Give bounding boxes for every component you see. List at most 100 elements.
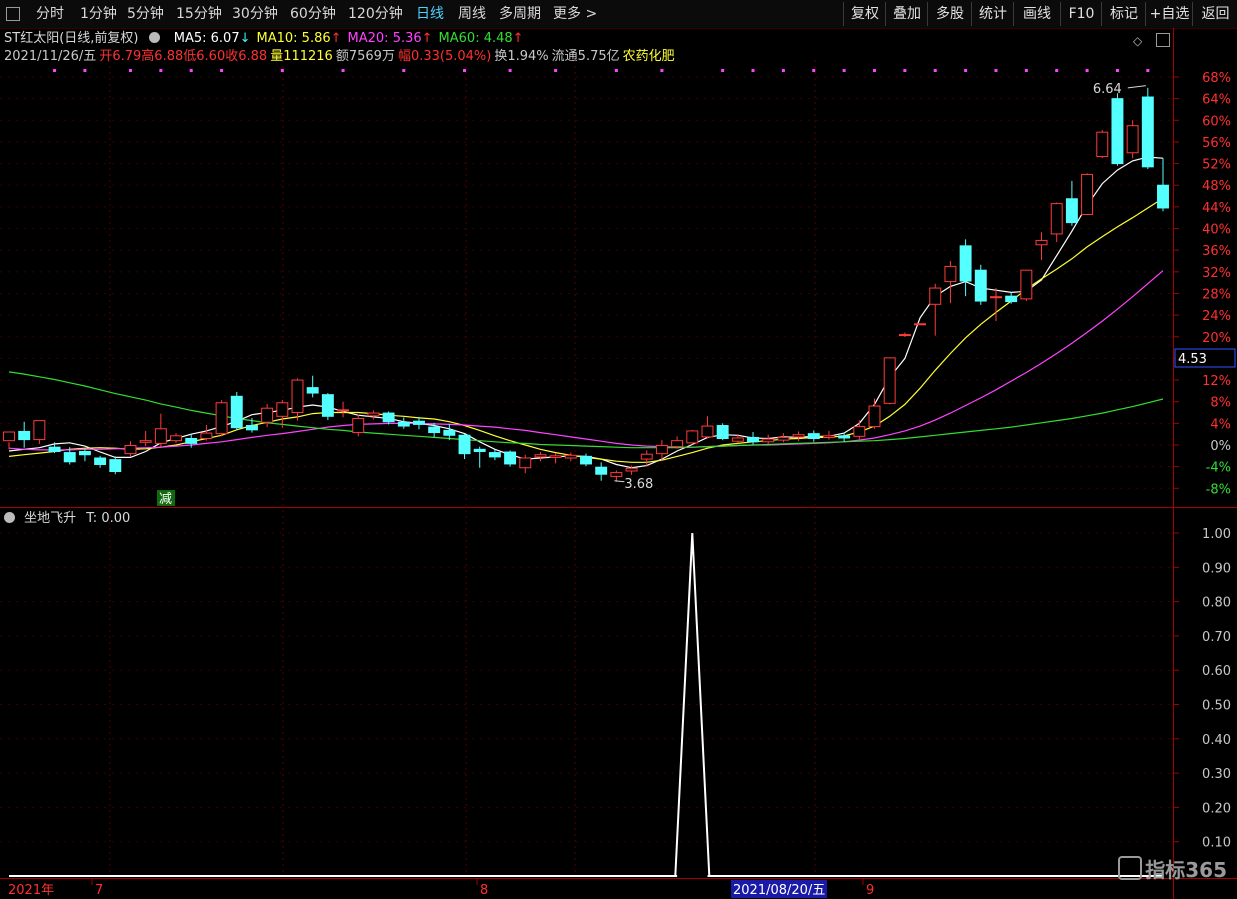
- ind-tick-label-0: 1.00: [1202, 527, 1231, 542]
- candle-body-74: [1126, 125, 1139, 154]
- y-tick-label-19: -8%: [1206, 482, 1231, 497]
- marker-dot-22: [964, 69, 968, 72]
- marker-dot-11: [554, 69, 558, 72]
- candle-body-69: [1050, 203, 1063, 235]
- marker-dot-9: [463, 69, 467, 72]
- candle-body-66: [1005, 295, 1018, 303]
- candle-body-58: [883, 357, 896, 404]
- candle-body-1: [18, 430, 31, 441]
- ind-tick-label-9: 0.10: [1202, 836, 1231, 851]
- y-tick-label-7: 40%: [1202, 223, 1231, 238]
- candle-body-52: [792, 434, 805, 438]
- candle-body-5: [78, 450, 91, 456]
- candle-body-36: [549, 455, 562, 458]
- y-tick-label-18: -4%: [1206, 461, 1231, 476]
- candle-body-17: [261, 407, 274, 423]
- marker-dot-15: [751, 69, 755, 72]
- candle-body-20: [306, 387, 319, 394]
- candle-body-10: [154, 428, 167, 444]
- candle-body-16: [245, 425, 258, 431]
- x-axis-label-2: 8: [480, 883, 488, 898]
- y-tick-label-11: 24%: [1202, 309, 1231, 324]
- candle-body-33: [504, 451, 517, 465]
- candle-body-29: [443, 429, 456, 436]
- candle-body-14: [215, 402, 228, 435]
- candle-body-26: [397, 421, 410, 427]
- ind-tick-label-7: 0.30: [1202, 767, 1231, 782]
- ind-tick-label-1: 0.90: [1202, 561, 1231, 576]
- current-price-label: 4.53: [1178, 352, 1207, 367]
- candle-body-4: [63, 452, 76, 463]
- candle-body-45: [686, 430, 699, 444]
- marker-dot-19: [873, 69, 876, 72]
- watermark-logo-icon: [1118, 856, 1143, 880]
- candle-body-60: [914, 323, 927, 326]
- candle-body-25: [382, 412, 395, 423]
- marker-dot-2: [128, 69, 132, 72]
- y-tick-label-17: 0%: [1210, 439, 1231, 454]
- marker-dot-17: [812, 69, 816, 72]
- y-tick-label-3: 56%: [1202, 136, 1231, 151]
- candle-body-53: [807, 433, 820, 440]
- marker-dot-21: [933, 69, 937, 72]
- marker-dot-16: [781, 69, 785, 72]
- ind-tick-label-4: 0.60: [1202, 664, 1231, 679]
- marker-dot-28: [1146, 69, 1150, 72]
- candle-body-8: [124, 445, 137, 455]
- candle-body-46: [701, 425, 714, 438]
- chart-canvas[interactable]: 68% 64% 60% 56% 52% 48% 44% 40% 36% 32% 28% 24% 20% 1…: [0, 0, 1237, 899]
- candle-body-2: [33, 420, 46, 441]
- candle-body-34: [519, 457, 532, 469]
- y-tick-label-9: 32%: [1202, 266, 1231, 281]
- candle-body-31: [473, 448, 486, 452]
- candle-body-7: [109, 459, 122, 473]
- marker-dot-13: [660, 69, 664, 72]
- candle-body-64: [974, 269, 987, 302]
- marker-dot-1: [83, 69, 87, 72]
- y-tick-label-16: 4%: [1210, 417, 1231, 432]
- candle-body-42: [640, 453, 653, 460]
- ind-tick-label-3: 0.70: [1202, 630, 1231, 645]
- candle-body-28: [428, 426, 441, 434]
- ind-tick-label-2: 0.80: [1202, 596, 1231, 611]
- marker-dot-27: [1115, 69, 1119, 72]
- y-tick-label-15: 8%: [1210, 396, 1231, 411]
- candle-body-37: [564, 454, 577, 459]
- ind-tick-label-6: 0.40: [1202, 733, 1231, 748]
- ind-tick-label-5: 0.50: [1202, 699, 1231, 714]
- candle-body-23: [352, 417, 365, 434]
- candle-body-21: [321, 394, 334, 417]
- candle-body-70: [1065, 198, 1078, 224]
- marker-dot-7: [341, 69, 345, 72]
- marker-dot-5: [220, 69, 224, 72]
- ma-line-ma10: [8, 197, 1164, 463]
- candle-body-47: [716, 425, 729, 440]
- y-tick-label-5: 48%: [1202, 179, 1231, 194]
- candle-body-72: [1096, 131, 1109, 158]
- marker-dot-23: [994, 69, 998, 72]
- marker-dot-18: [842, 69, 846, 72]
- candle-body-67: [1020, 269, 1033, 300]
- high-price-label: 6.64: [1093, 82, 1122, 97]
- candle-body-22: [337, 409, 350, 412]
- candle-body-41: [625, 467, 638, 472]
- candle-body-9: [139, 440, 152, 443]
- y-tick-label-6: 44%: [1202, 201, 1231, 216]
- x-axis-label-4: 9: [866, 883, 874, 898]
- watermark: 指标365: [1118, 854, 1227, 883]
- candle-body-38: [580, 455, 592, 465]
- candle-body-40: [610, 472, 623, 477]
- candle-body-73: [1111, 98, 1124, 165]
- marker-dot-6: [280, 69, 284, 72]
- marker-dot-10: [508, 69, 512, 72]
- y-tick-label-8: 36%: [1202, 244, 1231, 259]
- candle-body-27: [413, 420, 425, 425]
- marker-dot-3: [159, 69, 163, 72]
- candle-body-63: [959, 245, 972, 282]
- candle-body-55: [838, 435, 851, 439]
- marker-dot-0: [53, 69, 57, 72]
- ma-line-ma5: [8, 156, 1164, 469]
- candle-body-39: [595, 466, 608, 475]
- candle-body-54: [822, 435, 835, 438]
- low-price-label: 3.68: [624, 477, 653, 492]
